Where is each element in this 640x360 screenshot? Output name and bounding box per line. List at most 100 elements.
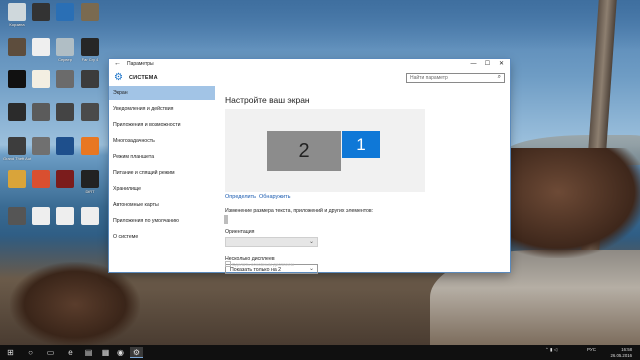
desktop-icon-label: Корзина [9, 22, 25, 27]
chrome-icon[interactable]: ◉ [114, 347, 127, 358]
desktop-icon[interactable] [76, 70, 104, 89]
app-icon [8, 70, 26, 88]
search-placeholder: Найти параметр [410, 75, 448, 81]
monitor-2[interactable]: 2 [267, 131, 341, 171]
sidebar-item-label: Приложения и возможности [113, 122, 181, 128]
edge-icon[interactable]: e [64, 347, 77, 358]
file-explorer-icon[interactable]: ▤ [82, 347, 95, 358]
app-icon [8, 3, 26, 21]
app-icon [56, 38, 74, 56]
clock[interactable]: 16:58 26.05.2016 [610, 347, 632, 358]
sidebar-item-power[interactable]: Питание и спящий режим [109, 166, 215, 180]
app-icon [56, 207, 74, 225]
desktop-icon[interactable] [76, 137, 104, 156]
sidebar-item-label: Автономные карты [113, 202, 159, 208]
calculator-icon[interactable]: ▦ [99, 347, 112, 358]
desktop-icon[interactable] [51, 207, 79, 226]
desktop-icon[interactable] [51, 103, 79, 122]
monitor-1[interactable]: 1 [342, 131, 380, 158]
identify-link[interactable]: Определить [225, 194, 256, 200]
section-title: СИСТЕМА [129, 75, 158, 81]
sidebar-nav: Экран Уведомления и действия Приложения … [109, 86, 215, 272]
app-icon [56, 170, 74, 188]
app-icon [81, 70, 99, 88]
search-icon: ⌕ [497, 74, 501, 80]
desktop-icon[interactable] [51, 70, 79, 89]
primary-display-checkbox[interactable] [225, 261, 231, 267]
desktop-icon[interactable] [51, 3, 79, 22]
orientation-dropdown[interactable]: ⌄ [225, 237, 318, 247]
sidebar-item-label: О системе [113, 234, 139, 240]
sidebar-item-label: Экран [113, 90, 128, 96]
chevron-down-icon: ⌄ [308, 266, 314, 272]
windows-icon[interactable]: ⊞ [4, 347, 17, 358]
app-icon [32, 170, 50, 188]
app-icon [8, 207, 26, 225]
detect-link[interactable]: Обнаружить [259, 194, 290, 200]
desktop-icon[interactable] [51, 137, 79, 156]
sidebar-item-display[interactable]: Экран [109, 86, 215, 100]
app-icon [32, 137, 50, 155]
chevron-down-icon: ⌄ [308, 239, 314, 245]
app-icon [8, 38, 26, 56]
scale-slider-thumb[interactable] [224, 215, 228, 224]
sidebar-item-label: Приложения по умолчанию [113, 218, 179, 224]
desktop-icon[interactable]: Far Cry 4 [76, 38, 104, 62]
app-icon [56, 70, 74, 88]
app-icon [32, 103, 50, 121]
desktop-icon[interactable] [76, 207, 104, 226]
desktop-icon[interactable] [51, 170, 79, 189]
maximize-button[interactable]: ☐ [482, 60, 493, 69]
task-view-icon[interactable]: ▭ [44, 347, 57, 358]
app-icon [56, 103, 74, 121]
sidebar-item-multitasking[interactable]: Многозадачность [109, 134, 215, 148]
page-title: Настройте ваш экран [225, 95, 310, 105]
sidebar-item-tablet-mode[interactable]: Режим планшета [109, 150, 215, 164]
wallpaper-person [498, 148, 640, 258]
desktop-icon[interactable]: DiRT [76, 170, 104, 194]
sidebar-item-notifications[interactable]: Уведомления и действия [109, 102, 215, 116]
app-icon [56, 137, 74, 155]
app-icon [81, 137, 99, 155]
desktop-icon-label: DiRT [85, 189, 95, 194]
sidebar-item-label: Многозадачность [113, 138, 155, 144]
app-icon [8, 137, 26, 155]
sidebar-item-apps[interactable]: Приложения и возможности [109, 118, 215, 132]
search-input[interactable]: Найти параметр ⌕ [406, 73, 505, 83]
desktop-icon-label: Grand Theft Auto V [3, 156, 31, 161]
sidebar-item-default-apps[interactable]: Приложения по умолчанию [109, 214, 215, 228]
taskbar: ⊞ ○ ▭ e ▤ ▦ ◉ ⚙ ⌃ ▮ ◁ РУС 16:58 26.05.20… [0, 345, 640, 360]
desktop-icon[interactable] [76, 103, 104, 122]
sidebar-item-offline-maps[interactable]: Автономные карты [109, 198, 215, 212]
tray-language[interactable]: РУС [587, 347, 596, 352]
sidebar-item-storage[interactable]: Хранилище [109, 182, 215, 196]
monitor-arrangement: 2 1 [225, 109, 425, 192]
minimize-button[interactable]: — [468, 60, 479, 69]
clock-date: 26.05.2016 [610, 352, 632, 358]
multi-display-value: Показать только на 2 [230, 266, 282, 273]
desktop-icon-label: Far Cry 4 [81, 57, 99, 62]
desktop-icon[interactable]: Сервер [51, 38, 79, 62]
settings-window: ← Параметры — ☐ ✕ ⚙ СИСТЕМА Найти параме… [109, 59, 510, 274]
sidebar-item-label: Уведомления и действия [113, 106, 174, 112]
primary-display-label: Сделать основным дисплеем [232, 262, 294, 267]
tray-icons[interactable]: ⌃ ▮ ◁ [545, 347, 557, 353]
app-icon [56, 3, 74, 21]
app-icon [8, 170, 26, 188]
window-title: Параметры [127, 61, 154, 67]
close-button[interactable]: ✕ [496, 60, 507, 69]
app-icon [32, 38, 50, 56]
title-bar[interactable]: ← Параметры — ☐ ✕ [109, 59, 510, 70]
display-settings-panel: Настройте ваш экран 2 1 Определить Обнар… [215, 86, 510, 274]
desktop-icon-label: Сервер [58, 57, 72, 62]
search-icon[interactable]: ○ [24, 347, 37, 358]
desktop-icon[interactable] [76, 3, 104, 22]
app-icon [81, 170, 99, 188]
app-icon [32, 207, 50, 225]
app-icon [32, 70, 50, 88]
app-icon [8, 103, 26, 121]
sidebar-item-about[interactable]: О системе [109, 230, 215, 244]
settings-taskbar-icon[interactable]: ⚙ [130, 347, 143, 358]
scale-label: Изменение размера текста, приложений и д… [225, 208, 374, 214]
back-arrow-icon[interactable]: ← [114, 60, 121, 67]
